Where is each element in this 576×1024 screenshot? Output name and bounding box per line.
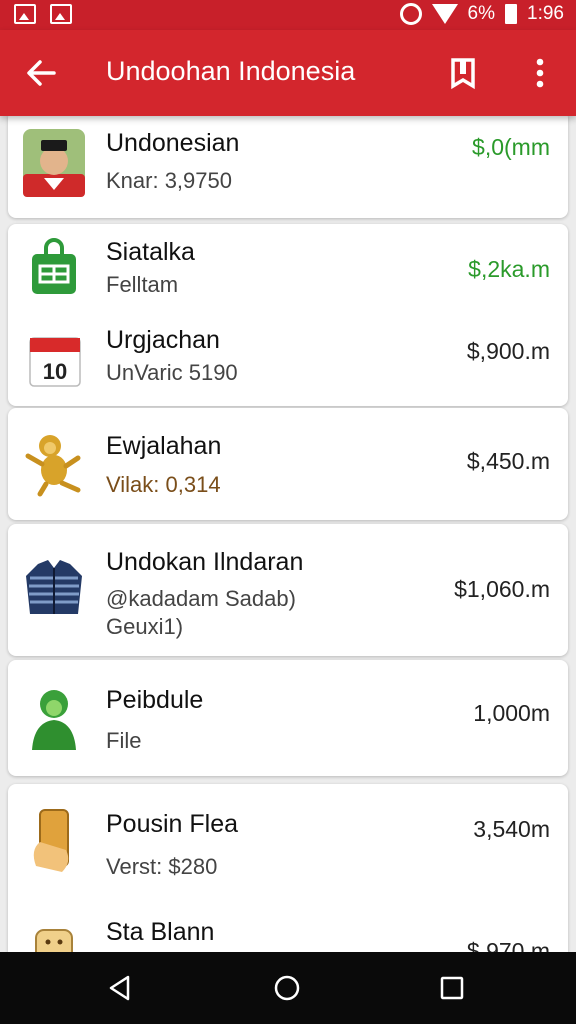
- item-name: Undokan Ilndaran: [106, 548, 304, 576]
- list-item[interactable]: Ewjalahan Vilak: 0,314 $,450.m: [8, 408, 568, 520]
- item-name: Undonesian: [106, 129, 240, 157]
- list-item[interactable]: Siatalka Felltam $,2ka.m: [8, 224, 568, 314]
- app-bar: Undoohan Indonesia: [0, 30, 576, 116]
- item-name: Pousin Flea: [106, 810, 239, 838]
- bread-icon: [35, 929, 73, 952]
- battery-percent: 6%: [467, 3, 496, 24]
- item-price: $,900.m: [466, 338, 550, 364]
- wifi-icon: [431, 4, 458, 24]
- item-price: 3,540m: [473, 816, 550, 842]
- image-icon: [14, 4, 36, 24]
- gallery-icon: [50, 4, 72, 24]
- item-sub: @kadadam Sadab): [106, 586, 296, 611]
- list-item[interactable]: Undonesian Knar: 3,9750 $,0(mm: [8, 116, 568, 218]
- item-sub-2: Geuxi1): [106, 614, 184, 639]
- item-name: Peibdule: [106, 686, 204, 714]
- item-sub: File: [106, 728, 142, 753]
- item-sub: Felltam: [106, 272, 179, 297]
- list-item[interactable]: 10 Urgjachan UnVaric 5190 $,900.m: [8, 314, 568, 406]
- list-card: Siatalka Felltam $,2ka.m 10 Urgjachan Un…: [8, 224, 568, 406]
- back-triangle-icon[interactable]: [106, 974, 134, 1002]
- list-card: Ewjalahan Vilak: 0,314 $,450.m: [8, 408, 568, 520]
- recents-square-icon[interactable]: [438, 974, 466, 1002]
- bookmark-icon[interactable]: [448, 56, 478, 90]
- list-card: Peibdule File 1,000m: [8, 660, 568, 776]
- home-circle-icon[interactable]: [273, 974, 301, 1002]
- item-sub: Verst: $280: [106, 854, 218, 879]
- item-sub: Vilak: 0,314: [106, 472, 221, 497]
- svg-text:10: 10: [43, 359, 67, 384]
- jacket-icon: [26, 560, 82, 614]
- more-vert-icon[interactable]: [526, 56, 554, 90]
- item-price: $ 970.m: [466, 938, 550, 952]
- monkey-figure-icon: [25, 435, 81, 497]
- list-item[interactable]: Sta Blann $ 970.m: [8, 904, 568, 952]
- item-name: Ewjalahan: [106, 432, 222, 460]
- list-item[interactable]: Pousin Flea Verst: $280 3,540m: [8, 784, 568, 904]
- item-price: $,0(mm: [472, 134, 550, 160]
- item-sub: UnVaric 5190: [106, 360, 238, 385]
- green-character-icon: [32, 690, 76, 750]
- shopping-bag-icon: [32, 238, 76, 294]
- item-sub: Knar: 3,9750: [106, 168, 232, 193]
- alarm-icon: [399, 3, 422, 25]
- portrait-avatar: [23, 129, 85, 197]
- clock: 1:96: [527, 3, 564, 24]
- phone-hand-icon: [33, 809, 69, 872]
- system-nav-bar: [0, 952, 576, 1024]
- item-price: 1,000m: [473, 700, 550, 726]
- product-list: Undonesian Knar: 3,9750 $,0(mm Siatalka …: [0, 116, 576, 952]
- list-card: Undokan Ilndaran @kadadam Sadab) Geuxi1)…: [8, 524, 568, 656]
- page-title: Undoohan Indonesia: [106, 56, 356, 86]
- list-card: Undonesian Knar: 3,9750 $,0(mm: [8, 116, 568, 218]
- item-price: $,450.m: [466, 448, 550, 474]
- item-name: Urgjachan: [106, 326, 220, 354]
- item-name: Siatalka: [106, 238, 195, 266]
- item-name: Sta Blann: [106, 918, 215, 946]
- calendar-icon: 10: [29, 337, 81, 387]
- list-item[interactable]: Undokan Ilndaran @kadadam Sadab) Geuxi1)…: [8, 524, 568, 656]
- item-price: $,2ka.m: [468, 256, 550, 282]
- status-bar: 6% 1:96: [0, 0, 576, 30]
- list-item[interactable]: Peibdule File 1,000m: [8, 660, 568, 776]
- item-price: $1,060.m: [454, 576, 550, 602]
- battery-icon: [505, 4, 518, 24]
- list-card: Pousin Flea Verst: $280 3,540m Sta Blann…: [8, 784, 568, 952]
- arrow-left-icon[interactable]: [24, 56, 58, 90]
